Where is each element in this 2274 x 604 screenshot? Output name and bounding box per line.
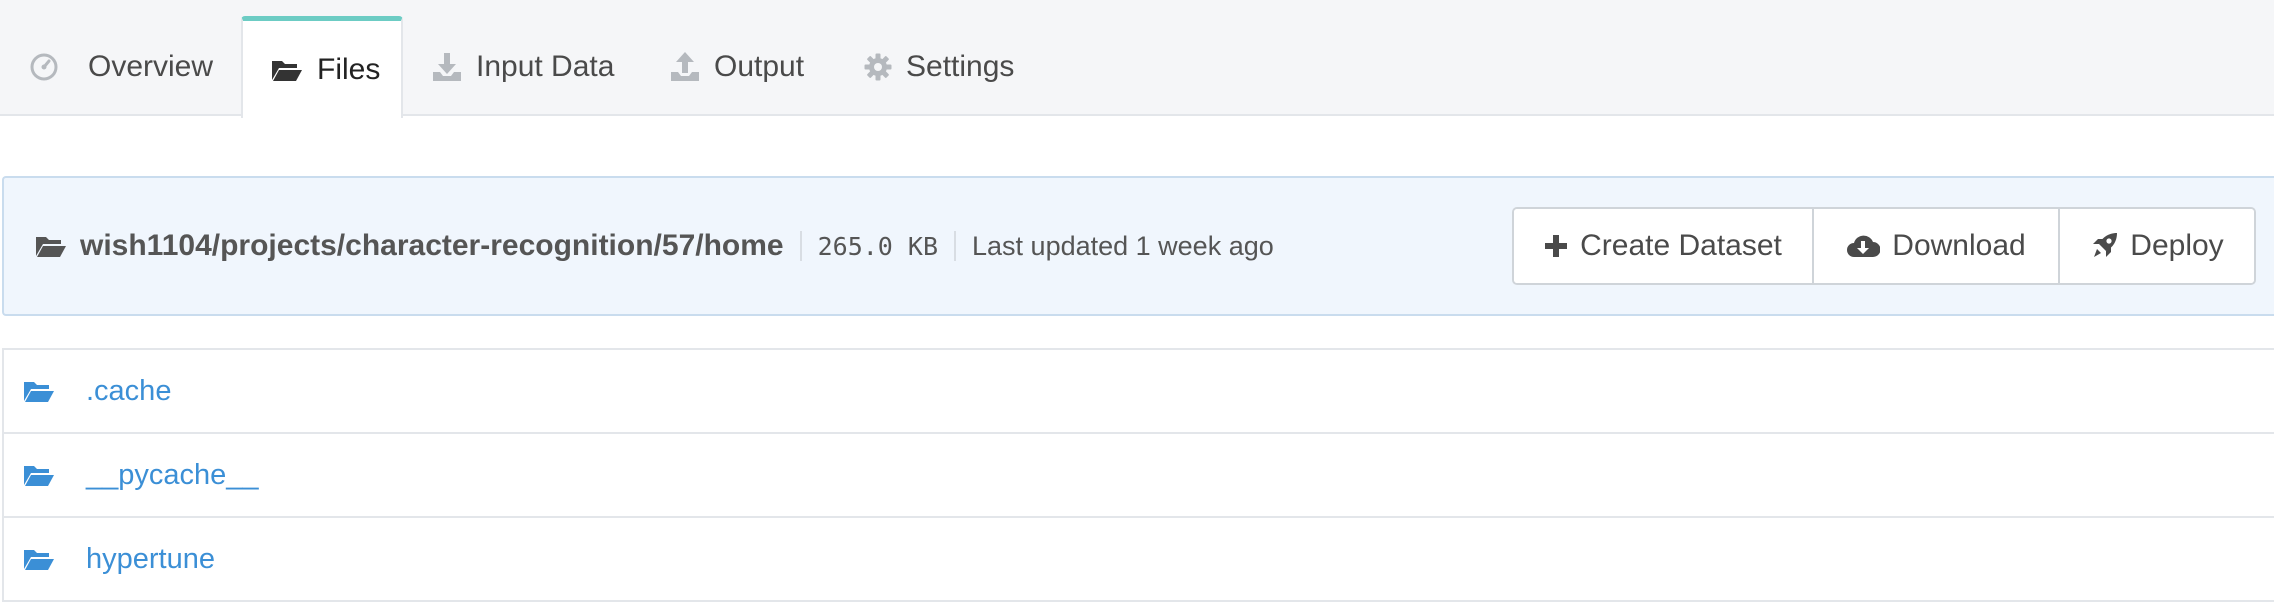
tab-files[interactable]: Files — [241, 16, 403, 121]
path-info: wish1104/projects/character-recognition/… — [34, 178, 1274, 314]
tab-input-data[interactable]: Input Data — [432, 18, 614, 116]
file-list: .cache __pycache__ hypertune — [2, 348, 2274, 602]
file-name-link[interactable]: .cache — [86, 375, 171, 408]
tab-output[interactable]: Output — [670, 18, 804, 116]
rocket-icon — [2090, 232, 2118, 260]
download-label: Download — [1892, 229, 2026, 262]
last-updated: Last updated 1 week ago — [972, 230, 1274, 261]
create-dataset-button[interactable]: Create Dataset — [1514, 209, 1812, 283]
tab-settings-label: Settings — [906, 50, 1015, 83]
tab-overview-label: Overview — [88, 50, 214, 83]
divider — [799, 231, 802, 261]
dashboard-icon — [30, 53, 58, 81]
tab-files-label: Files — [317, 52, 381, 86]
tab-settings[interactable]: Settings — [864, 18, 1014, 116]
create-dataset-label: Create Dataset — [1580, 229, 1782, 262]
upload-tray-icon — [670, 52, 700, 82]
current-path[interactable]: wish1104/projects/character-recognition/… — [80, 229, 784, 263]
list-item[interactable]: .cache — [4, 350, 2274, 434]
tab-bar: Overview Files Input Data Output Setting… — [0, 0, 2274, 121]
file-name-link[interactable]: __pycache__ — [86, 459, 259, 492]
download-button[interactable]: Download — [1812, 209, 2058, 283]
folder-open-icon — [22, 379, 56, 403]
plus-icon — [1544, 234, 1568, 258]
folder-size: 265.0 KB — [817, 231, 939, 261]
tab-output-label: Output — [714, 50, 805, 83]
gear-icon — [864, 53, 892, 81]
folder-open-icon — [34, 233, 68, 259]
download-tray-icon — [432, 52, 462, 82]
file-name-link[interactable]: hypertune — [86, 543, 215, 576]
divider — [954, 231, 957, 261]
folder-open-icon — [22, 547, 56, 571]
cloud-download-icon — [1846, 233, 1881, 259]
action-button-group: Create Dataset Download Deploy — [1512, 207, 2256, 285]
tab-overview[interactable]: Overview — [30, 18, 213, 116]
list-item[interactable]: __pycache__ — [4, 434, 2274, 518]
path-header: wish1104/projects/character-recognition/… — [2, 176, 2274, 316]
tab-input-data-label: Input Data — [476, 50, 615, 83]
list-item[interactable]: hypertune — [4, 518, 2274, 602]
deploy-label: Deploy — [2130, 229, 2224, 262]
folder-open-icon — [271, 57, 303, 83]
deploy-button[interactable]: Deploy — [2058, 209, 2254, 283]
folder-open-icon — [22, 463, 56, 487]
